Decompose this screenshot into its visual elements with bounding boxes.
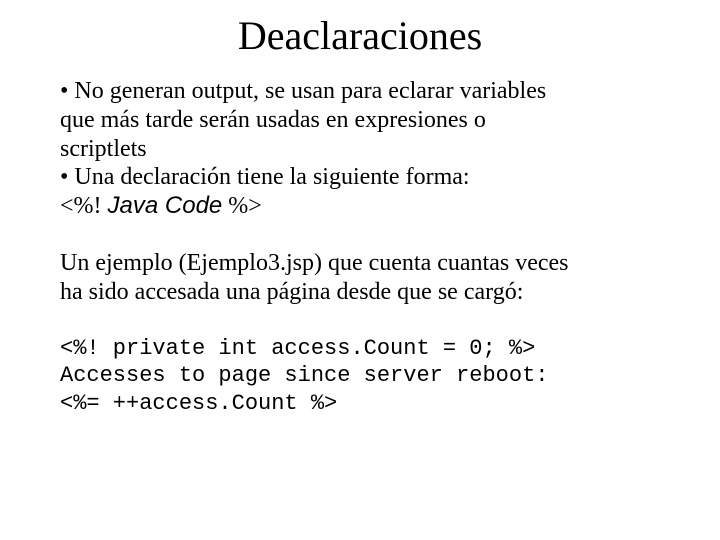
bullet-list: • No generan output, se usan para eclara… <box>60 77 660 221</box>
bullet-2-line-1: • Una declaración tiene la siguiente for… <box>60 163 660 192</box>
example-line-2: ha sido accesada una página desde que se… <box>60 278 660 307</box>
syntax-java-code: Java Code <box>108 192 223 219</box>
bullet-1-line-1: • No generan output, se usan para eclara… <box>60 77 660 106</box>
code-line-1: <%! private int access.Count = 0; %> <box>60 336 535 361</box>
slide: Deaclaraciones • No generan output, se u… <box>0 0 720 540</box>
bullet-1-line-2: que más tarde serán usadas en expresione… <box>60 106 660 135</box>
example-paragraph: Un ejemplo (Ejemplo3.jsp) que cuenta cua… <box>60 249 660 307</box>
code-line-3: <%= ++access.Count %> <box>60 391 337 416</box>
syntax-close: %> <box>222 193 262 219</box>
code-line-2: Accesses to page since server reboot: <box>60 363 548 388</box>
bullet-1-line-3: scriptlets <box>60 135 660 164</box>
syntax-open: <%! <box>60 193 108 219</box>
example-line-1: Un ejemplo (Ejemplo3.jsp) que cuenta cua… <box>60 249 660 278</box>
slide-title: Deaclaraciones <box>60 12 660 59</box>
declaration-syntax: <%! Java Code %> <box>60 192 660 221</box>
code-block: <%! private int access.Count = 0; %> Acc… <box>60 335 660 418</box>
